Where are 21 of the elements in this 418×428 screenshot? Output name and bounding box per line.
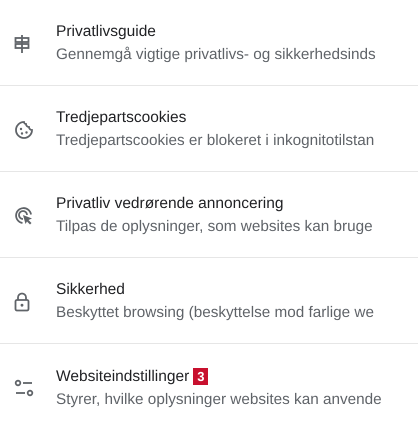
row-description: Tilpas de oplysninger, som websites kan bruge bbox=[56, 218, 373, 236]
settings-row[interactable]: Privatlivsguide Gennemgå vigtige privatlivs- og sikkerhedsinds bbox=[0, 0, 418, 86]
number-badge: 3 bbox=[193, 368, 208, 385]
settings-row[interactable]: Sikkerhed Beskyttet browsing (beskyttelse mod farlige we bbox=[0, 258, 418, 344]
row-title: Websiteindstillinger bbox=[56, 368, 190, 386]
row-title: Sikkerhed bbox=[56, 281, 125, 299]
signpost-icon bbox=[14, 34, 30, 54]
sliders-icon bbox=[14, 379, 34, 397]
row-description: Styrer, hvilke oplysninger websites kan anvende bbox=[56, 390, 382, 408]
lock-icon bbox=[14, 292, 30, 312]
row-description: Gennemgå vigtige privatlivs- og sikkerhedsinds bbox=[56, 46, 376, 64]
cursor-target-icon bbox=[14, 206, 34, 226]
settings-row[interactable]: Privatliv vedrørende annoncering Tilpas de oplysninger, som websites kan bruge bbox=[0, 172, 418, 258]
row-description: Beskyttet browsing (beskyttelse mod farlige we bbox=[56, 304, 374, 322]
row-title: Privatlivsguide bbox=[56, 23, 156, 41]
row-description: Tredjepartscookies er blokeret i inkognitotilstan bbox=[56, 132, 374, 150]
cookie-icon bbox=[14, 120, 34, 140]
row-title: Tredjepartscookies bbox=[56, 109, 186, 127]
settings-row[interactable]: Tredjepartscookies Tredjepartscookies er blokeret i inkognitotilstan bbox=[0, 86, 418, 172]
row-title: Privatliv vedrørende annoncering bbox=[56, 195, 284, 213]
settings-row[interactable]: Websiteindstillinger 3 Styrer, hvilke oplysninger websites kan anvende bbox=[0, 344, 418, 428]
